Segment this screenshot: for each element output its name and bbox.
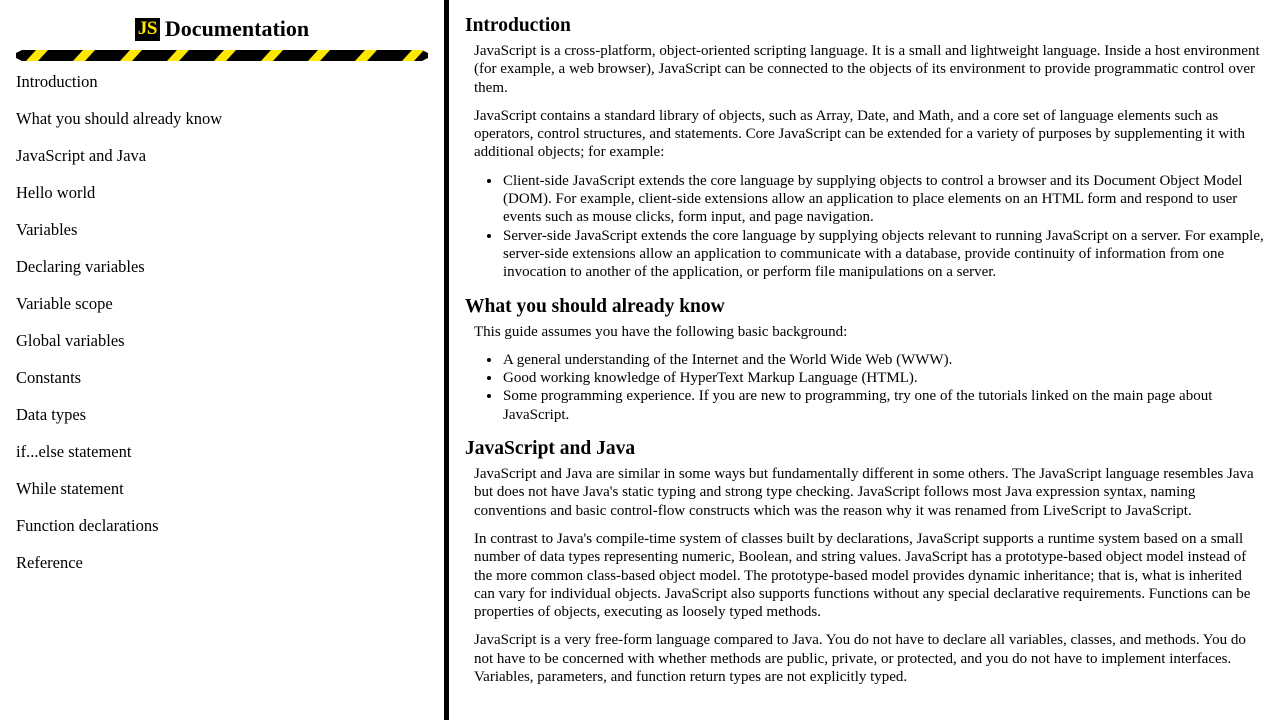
- sidebar-item-variable-scope[interactable]: Variable scope: [0, 294, 444, 314]
- paragraph: In contrast to Java's compile-time syste…: [474, 530, 1251, 621]
- list-item: Constants: [0, 368, 444, 388]
- list-item: Function declarations: [0, 516, 444, 536]
- hazard-stripe-divider-icon: [16, 50, 428, 61]
- paragraph: JavaScript and Java are similar in some …: [474, 466, 1254, 519]
- js-logo-badge: JS: [134, 18, 160, 41]
- sidebar-item-if-else-statement[interactable]: if...else statement: [0, 442, 444, 462]
- sidebar-item-constants[interactable]: Constants: [0, 368, 444, 388]
- sidebar-item-function-declarations[interactable]: Function declarations: [0, 516, 444, 536]
- section-body-javascript-and-java: JavaScript and Java are similar in some …: [465, 465, 1266, 686]
- list-item: Introduction: [0, 72, 444, 92]
- list-item: Client-side JavaScript extends the core …: [502, 172, 1266, 227]
- bullet-list: Client-side JavaScript extends the core …: [474, 172, 1266, 282]
- list-item: Variables: [0, 220, 444, 240]
- page-title: JS Documentation: [0, 0, 444, 41]
- sidebar-nav: Introduction What you should already kno…: [0, 72, 444, 590]
- list-item: Hello world: [0, 183, 444, 203]
- list-item: Global variables: [0, 331, 444, 351]
- section-heading-javascript-and-java: JavaScript and Java: [465, 438, 636, 460]
- sidebar-item-what-you-should-already-know[interactable]: What you should already know: [0, 109, 444, 129]
- paragraph: JavaScript is a very free-form language …: [474, 632, 1246, 686]
- paragraph: JavaScript is a cross-platform, object-o…: [474, 43, 1260, 96]
- sidebar: JS Documentation Introduction What you s…: [0, 0, 444, 720]
- sidebar-item-while-statement[interactable]: While statement: [0, 479, 444, 499]
- site-title-text: Documentation: [164, 16, 310, 41]
- list-item: Declaring variables: [0, 257, 444, 277]
- list-item: JavaScript and Java: [0, 146, 444, 166]
- section-body-introduction: JavaScript is a cross-platform, object-o…: [465, 42, 1266, 282]
- sidebar-item-global-variables[interactable]: Global variables: [0, 331, 444, 351]
- paragraph: JavaScript contains a standard library o…: [474, 107, 1246, 161]
- list-item: Server-side JavaScript extends the core …: [502, 227, 1266, 282]
- paragraph: This guide assumes you have the followin…: [474, 323, 848, 340]
- bullet-list: A general understanding of the Internet …: [474, 351, 1266, 424]
- list-item: Data types: [0, 405, 444, 425]
- sidebar-item-declaring-variables[interactable]: Declaring variables: [0, 257, 444, 277]
- list-item: A general understanding of the Internet …: [502, 351, 1266, 369]
- list-item: Good working knowledge of HyperText Mark…: [502, 369, 1266, 387]
- sidebar-item-javascript-and-java[interactable]: JavaScript and Java: [0, 146, 444, 166]
- main-content: Introduction JavaScript is a cross-platf…: [444, 0, 1280, 720]
- section-heading-introduction: Introduction: [465, 15, 571, 36]
- sidebar-item-hello-world[interactable]: Hello world: [0, 183, 444, 203]
- section-body-what-you-should-already-know: This guide assumes you have the followin…: [465, 323, 1266, 424]
- section-heading-what-you-should-already-know: What you should already know: [465, 295, 725, 317]
- list-item: What you should already know: [0, 109, 444, 129]
- documentation-page: JS Documentation Introduction What you s…: [0, 0, 1280, 720]
- sidebar-item-introduction[interactable]: Introduction: [0, 72, 444, 92]
- list-item: Variable scope: [0, 294, 444, 314]
- sidebar-item-variables[interactable]: Variables: [0, 220, 444, 240]
- sidebar-item-data-types[interactable]: Data types: [0, 405, 444, 425]
- sidebar-item-reference[interactable]: Reference: [0, 553, 444, 573]
- list-item: Some programming experience. If you are …: [502, 387, 1266, 424]
- list-item: While statement: [0, 479, 444, 499]
- list-item: Reference: [0, 553, 444, 573]
- list-item: if...else statement: [0, 442, 444, 462]
